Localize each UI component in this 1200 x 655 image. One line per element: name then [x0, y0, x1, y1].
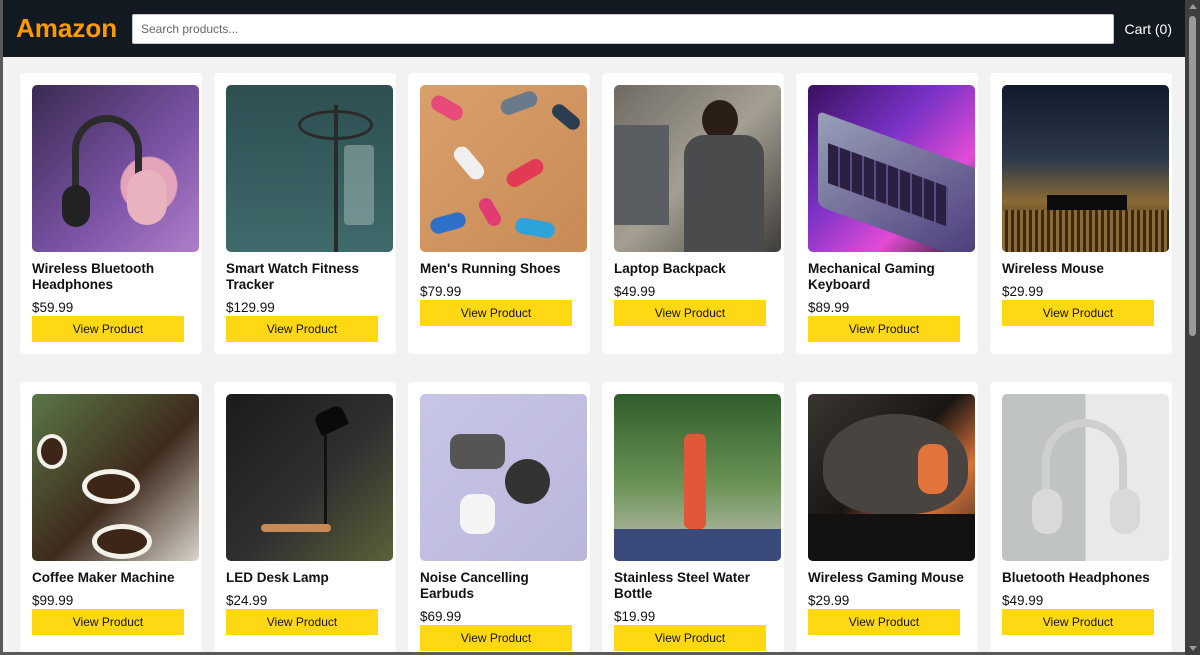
product-title[interactable]: LED Desk Lamp — [226, 570, 384, 586]
product-price: $49.99 — [614, 284, 656, 299]
cart-link[interactable]: Cart (0) — [1125, 21, 1172, 37]
product-title[interactable]: Wireless Mouse — [1002, 261, 1160, 277]
view-product-button[interactable]: View Product — [32, 316, 184, 342]
product-card: Noise Cancelling Earbuds $69.99 View Pro… — [408, 382, 590, 652]
product-title[interactable]: Men's Running Shoes — [420, 261, 578, 277]
product-image[interactable] — [32, 85, 199, 252]
product-title[interactable]: Bluetooth Headphones — [1002, 570, 1160, 586]
view-product-button[interactable]: View Product — [808, 609, 960, 635]
product-image[interactable] — [614, 85, 781, 252]
product-image[interactable] — [1002, 85, 1169, 252]
product-price: $79.99 — [420, 284, 462, 299]
product-image[interactable] — [226, 85, 393, 252]
view-product-button[interactable]: View Product — [32, 609, 184, 635]
product-grid: Wireless Bluetooth Headphones $59.99 Vie… — [3, 57, 1185, 652]
product-title[interactable]: Wireless Bluetooth Headphones — [32, 261, 190, 293]
product-price: $24.99 — [226, 593, 268, 608]
product-title[interactable]: Noise Cancelling Earbuds — [420, 570, 578, 602]
scroll-up-arrow-icon[interactable] — [1189, 4, 1197, 9]
product-price: $29.99 — [1002, 284, 1044, 299]
product-title[interactable]: Smart Watch Fitness Tracker — [226, 261, 384, 293]
product-price: $59.99 — [32, 300, 74, 315]
product-image[interactable] — [32, 394, 199, 561]
view-product-button[interactable]: View Product — [420, 625, 572, 651]
view-product-button[interactable]: View Product — [1002, 300, 1154, 326]
product-title[interactable]: Stainless Steel Water Bottle — [614, 570, 772, 602]
product-card: Coffee Maker Machine $99.99 View Product — [20, 382, 202, 652]
product-price: $89.99 — [808, 300, 850, 315]
product-price: $129.99 — [226, 300, 275, 315]
product-card: Bluetooth Headphones $49.99 View Product — [990, 382, 1172, 652]
view-product-button[interactable]: View Product — [614, 625, 766, 651]
product-image[interactable] — [614, 394, 781, 561]
product-card: Wireless Mouse $29.99 View Product — [990, 73, 1172, 354]
scroll-down-arrow-icon[interactable] — [1189, 646, 1197, 651]
product-title[interactable]: Coffee Maker Machine — [32, 570, 190, 586]
site-logo[interactable]: Amazon — [16, 13, 132, 44]
product-title[interactable]: Laptop Backpack — [614, 261, 772, 277]
view-product-button[interactable]: View Product — [808, 316, 960, 342]
product-price: $69.99 — [420, 609, 462, 624]
search-input[interactable] — [132, 14, 1114, 44]
product-image[interactable] — [808, 394, 975, 561]
product-card: Men's Running Shoes $79.99 View Product — [408, 73, 590, 354]
view-product-button[interactable]: View Product — [1002, 609, 1154, 635]
view-product-button[interactable]: View Product — [226, 316, 378, 342]
view-product-button[interactable]: View Product — [226, 609, 378, 635]
product-card: Smart Watch Fitness Tracker $129.99 View… — [214, 73, 396, 354]
view-product-button[interactable]: View Product — [614, 300, 766, 326]
product-image[interactable] — [808, 85, 975, 252]
product-card: Wireless Gaming Mouse $29.99 View Produc… — [796, 382, 978, 652]
product-card: Laptop Backpack $49.99 View Product — [602, 73, 784, 354]
product-price: $29.99 — [808, 593, 850, 608]
product-card: Stainless Steel Water Bottle $19.99 View… — [602, 382, 784, 652]
browser-viewport: Amazon Cart (0) Wireless Bluetooth Headp… — [3, 0, 1185, 652]
scrollbar-thumb[interactable] — [1189, 16, 1196, 336]
product-card: Wireless Bluetooth Headphones $59.99 Vie… — [20, 73, 202, 354]
product-price: $99.99 — [32, 593, 74, 608]
product-image[interactable] — [1002, 394, 1169, 561]
product-card: Mechanical Gaming Keyboard $89.99 View P… — [796, 73, 978, 354]
product-title[interactable]: Wireless Gaming Mouse — [808, 570, 966, 586]
product-price: $49.99 — [1002, 593, 1044, 608]
product-image[interactable] — [226, 394, 393, 561]
vertical-scrollbar[interactable] — [1185, 0, 1200, 655]
view-product-button[interactable]: View Product — [420, 300, 572, 326]
product-price: $19.99 — [614, 609, 656, 624]
product-image[interactable] — [420, 85, 587, 252]
site-header: Amazon Cart (0) — [3, 0, 1185, 57]
product-image[interactable] — [420, 394, 587, 561]
product-title[interactable]: Mechanical Gaming Keyboard — [808, 261, 966, 293]
product-card: LED Desk Lamp $24.99 View Product — [214, 382, 396, 652]
